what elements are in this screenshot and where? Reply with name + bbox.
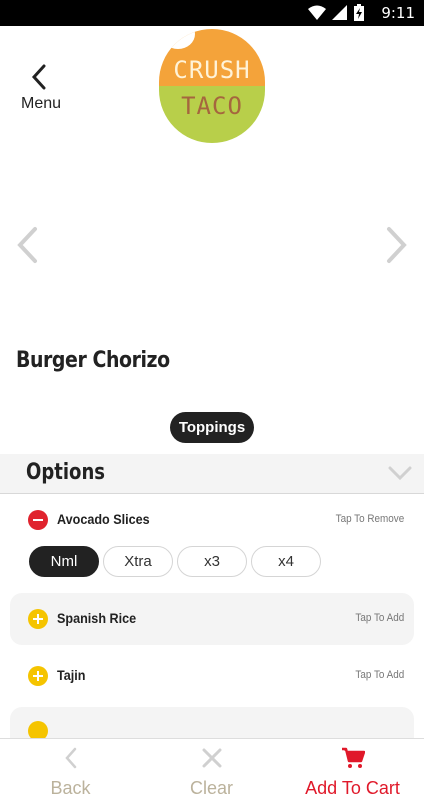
quantity-selector: Nml Xtra x3 x4	[29, 546, 321, 577]
chevron-left-icon	[64, 747, 76, 769]
logo-text-crush: CRUSH	[173, 56, 251, 84]
gallery-next-icon[interactable]	[384, 226, 410, 264]
back-label: Back	[50, 778, 91, 798]
quantity-option-xtra[interactable]: Xtra	[103, 546, 173, 577]
product-gallery	[0, 146, 424, 346]
status-time: 9:11	[381, 4, 415, 22]
status-icons	[308, 4, 364, 21]
add-icon	[28, 609, 48, 629]
options-section-header[interactable]: Options	[0, 454, 424, 494]
chevron-left-icon	[31, 64, 46, 90]
toppings-button[interactable]: Toppings	[170, 412, 254, 443]
option-action: Tap To Remove	[335, 513, 404, 525]
option-item-avocado-slices[interactable]: Avocado Slices Tap To Remove	[10, 494, 414, 546]
back-button[interactable]: Back	[0, 739, 141, 800]
menu-back-button[interactable]: Menu	[16, 64, 68, 116]
add-to-cart-label: Add To Cart	[305, 778, 400, 798]
logo-text-taco: TACO	[181, 92, 243, 120]
option-action: Tap To Add	[355, 612, 404, 624]
add-icon	[28, 666, 48, 686]
signal-icon	[332, 4, 347, 20]
chevron-down-icon	[388, 466, 412, 480]
option-item-spanish-rice[interactable]: Spanish Rice Tap To Add	[10, 593, 414, 645]
product-title: Burger Chorizo	[16, 348, 170, 373]
menu-label: Menu	[21, 95, 62, 112]
logo-bottom-half: TACO	[159, 86, 265, 143]
bottom-action-bar: Back Clear Add To Cart	[0, 738, 424, 800]
cart-icon	[341, 747, 365, 768]
options-title: Options	[26, 460, 106, 485]
logo-bite	[161, 29, 195, 49]
crush-taco-logo: CRUSH TACO	[159, 29, 265, 143]
status-bar: 9:11	[0, 0, 424, 26]
option-label: Tajin	[57, 667, 86, 683]
option-label: Avocado Slices	[57, 511, 150, 527]
quantity-option-nml[interactable]: Nml	[29, 546, 99, 577]
quantity-option-x3[interactable]: x3	[177, 546, 247, 577]
option-item-tajin[interactable]: Tajin Tap To Add	[10, 650, 414, 702]
clear-label: Clear	[189, 778, 233, 798]
remove-icon	[28, 510, 48, 530]
close-icon	[202, 748, 221, 768]
header: Menu CRUSH TACO	[0, 26, 424, 146]
option-label: Spanish Rice	[57, 610, 137, 626]
quantity-option-x4[interactable]: x4	[251, 546, 321, 577]
gallery-prev-icon[interactable]	[14, 226, 40, 264]
add-to-cart-button[interactable]: Add To Cart	[282, 739, 423, 800]
battery-icon	[354, 4, 364, 21]
logo-top-half: CRUSH	[159, 29, 265, 86]
wifi-icon	[308, 5, 326, 20]
option-action: Tap To Add	[355, 669, 404, 681]
option-item-partial[interactable]	[10, 707, 414, 741]
clear-button[interactable]: Clear	[141, 739, 282, 800]
